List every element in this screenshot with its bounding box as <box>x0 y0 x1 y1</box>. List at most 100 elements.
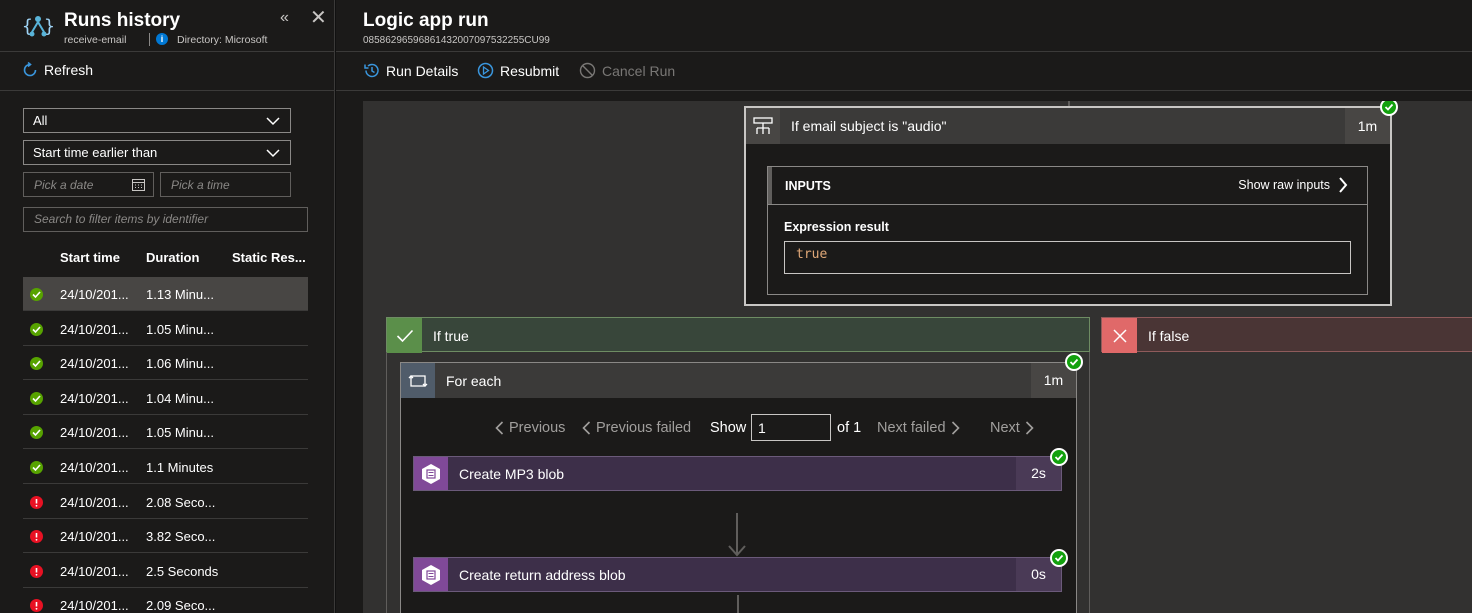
failed-status-icon <box>30 530 43 543</box>
failed-status-icon <box>30 599 43 612</box>
failed-status-icon <box>30 496 43 509</box>
run-row[interactable]: 24/10/201... 2.08 Seco... <box>23 485 308 519</box>
previous-failed-label: Previous failed <box>596 420 692 436</box>
show-raw-inputs-link[interactable]: Show raw inputs <box>1238 177 1348 193</box>
run-row[interactable]: 24/10/201... 1.13 Minu... <box>23 277 308 311</box>
search-placeholder: Search to filter items by identifier <box>34 212 209 226</box>
condition-title: If email subject is "audio" <box>791 118 947 134</box>
success-status-icon <box>30 392 43 405</box>
logic-app-icon: { } <box>22 16 54 37</box>
page-title: Logic app run <box>363 10 489 31</box>
run-row[interactable]: 24/10/201... 3.82 Seco... <box>23 519 308 553</box>
run-search-input[interactable]: Search to filter items by identifier <box>23 207 308 232</box>
run-row[interactable]: 24/10/201... 1.1 Minutes <box>23 450 308 484</box>
loop-icon <box>401 363 435 398</box>
time-filter-value: Start time earlier than <box>33 145 158 160</box>
create-return-address-blob-title: Create return address blob <box>459 567 626 583</box>
create-return-address-blob-header[interactable]: Create return address blob 0s <box>414 558 1061 591</box>
success-check-icon <box>1065 353 1083 371</box>
designer-canvas[interactable]: If email subject is "audio" 1m INPUTS Sh… <box>363 101 1472 613</box>
run-duration: 1.05 Minu... <box>146 322 214 337</box>
run-id: 08586296596861432007097532255CU99 <box>363 35 550 46</box>
run-row[interactable]: 24/10/201... 1.05 Minu... <box>23 312 308 346</box>
run-duration: 1.05 Minu... <box>146 425 214 440</box>
resubmit-button[interactable]: Resubmit <box>477 62 559 79</box>
status-filter-dropdown[interactable]: All <box>23 108 291 133</box>
next-failed-label: Next failed <box>877 420 946 436</box>
time-filter-dropdown[interactable]: Start time earlier than <box>23 140 291 165</box>
blob-storage-icon <box>414 558 448 591</box>
run-row[interactable]: 24/10/201... 2.5 Seconds <box>23 554 308 588</box>
foreach-header[interactable]: For each 1m <box>401 363 1076 398</box>
divider <box>768 204 1367 205</box>
run-duration: 3.82 Seco... <box>146 529 216 544</box>
close-icon <box>1102 318 1137 353</box>
refresh-button[interactable]: Refresh <box>22 62 93 78</box>
run-duration: 1.1 Minutes <box>146 460 214 475</box>
chevron-right-icon <box>1339 177 1348 193</box>
success-check-icon <box>1050 448 1068 466</box>
cancel-run-button[interactable]: Cancel Run <box>579 62 675 79</box>
run-start-time: 24/10/201... <box>60 564 129 579</box>
success-check-icon <box>1050 549 1068 567</box>
expression-result-value: true <box>784 241 1351 274</box>
collapse-panel-button[interactable]: « <box>280 9 289 27</box>
run-row[interactable]: 24/10/201... 1.05 Minu... <box>23 415 308 449</box>
create-mp3-blob-action[interactable]: Create MP3 blob 2s <box>413 456 1062 491</box>
condition-action-card[interactable]: If email subject is "audio" 1m INPUTS Sh… <box>744 106 1392 306</box>
run-row[interactable]: 24/10/201... 2.09 Seco... <box>23 588 308 613</box>
run-duration: 1.06 Minu... <box>146 356 214 371</box>
chevron-down-icon <box>266 149 280 158</box>
if-true-branch-header[interactable]: If true <box>386 317 1090 353</box>
run-row[interactable]: 24/10/201... 1.06 Minu... <box>23 346 308 380</box>
inputs-label: INPUTS <box>785 179 831 193</box>
run-start-time: 24/10/201... <box>60 322 129 337</box>
column-duration[interactable]: Duration <box>146 250 199 265</box>
cancel-run-label: Cancel Run <box>602 62 676 79</box>
run-details-button[interactable]: Run Details <box>363 62 458 79</box>
refresh-icon <box>23 62 37 77</box>
run-header: Logic app run 08586296596861432007097532… <box>336 0 1472 52</box>
run-duration: 2.5 Seconds <box>146 564 219 579</box>
iteration-input[interactable]: 1 <box>751 414 831 441</box>
column-start-time[interactable]: Start time <box>60 250 120 265</box>
run-start-time: 24/10/201... <box>60 460 129 475</box>
success-status-icon <box>30 323 43 336</box>
cancel-icon <box>579 62 596 79</box>
date-picker[interactable]: Pick a date <box>23 172 154 197</box>
run-duration: 1.04 Minu... <box>146 391 214 406</box>
create-mp3-blob-header[interactable]: Create MP3 blob 2s <box>414 457 1061 490</box>
time-placeholder: Pick a time <box>171 178 230 192</box>
next-label: Next <box>990 420 1020 436</box>
condition-header[interactable]: If email subject is "audio" 1m <box>746 108 1390 144</box>
chevron-left-icon <box>582 421 591 435</box>
if-true-label: If true <box>433 328 469 344</box>
previous-button[interactable]: Previous <box>495 420 565 436</box>
history-icon <box>364 63 379 78</box>
time-picker[interactable]: Pick a time <box>160 172 291 197</box>
divider <box>149 33 150 46</box>
run-row[interactable]: 24/10/201... 1.04 Minu... <box>23 381 308 415</box>
run-duration: 2.08 Seco... <box>146 495 216 510</box>
close-button[interactable]: ✕ <box>310 8 327 28</box>
refresh-label: Refresh <box>44 62 94 78</box>
run-duration: 2.09 Seco... <box>146 598 216 613</box>
inputs-section: INPUTS Show raw inputs Expression result… <box>767 166 1368 295</box>
foreach-title: For each <box>446 373 502 389</box>
directory-label: Directory: Microsoft <box>177 34 268 46</box>
next-failed-button[interactable]: Next failed <box>877 420 960 436</box>
column-static-results[interactable]: Static Res... <box>232 250 306 265</box>
if-false-branch-header[interactable]: If false <box>1101 317 1472 353</box>
success-status-icon <box>30 288 43 301</box>
condition-icon <box>746 108 780 144</box>
previous-label: Previous <box>509 420 566 436</box>
run-start-time: 24/10/201... <box>60 598 129 613</box>
expression-result-label: Expression result <box>784 220 889 234</box>
create-return-address-blob-action[interactable]: Create return address blob 0s <box>413 557 1062 592</box>
section-accent <box>768 167 772 204</box>
run-start-time: 24/10/201... <box>60 425 129 440</box>
run-duration: 1.13 Minu... <box>146 287 214 302</box>
resubmit-icon <box>477 62 494 79</box>
previous-failed-button[interactable]: Previous failed <box>582 420 691 436</box>
next-button[interactable]: Next <box>990 420 1034 436</box>
